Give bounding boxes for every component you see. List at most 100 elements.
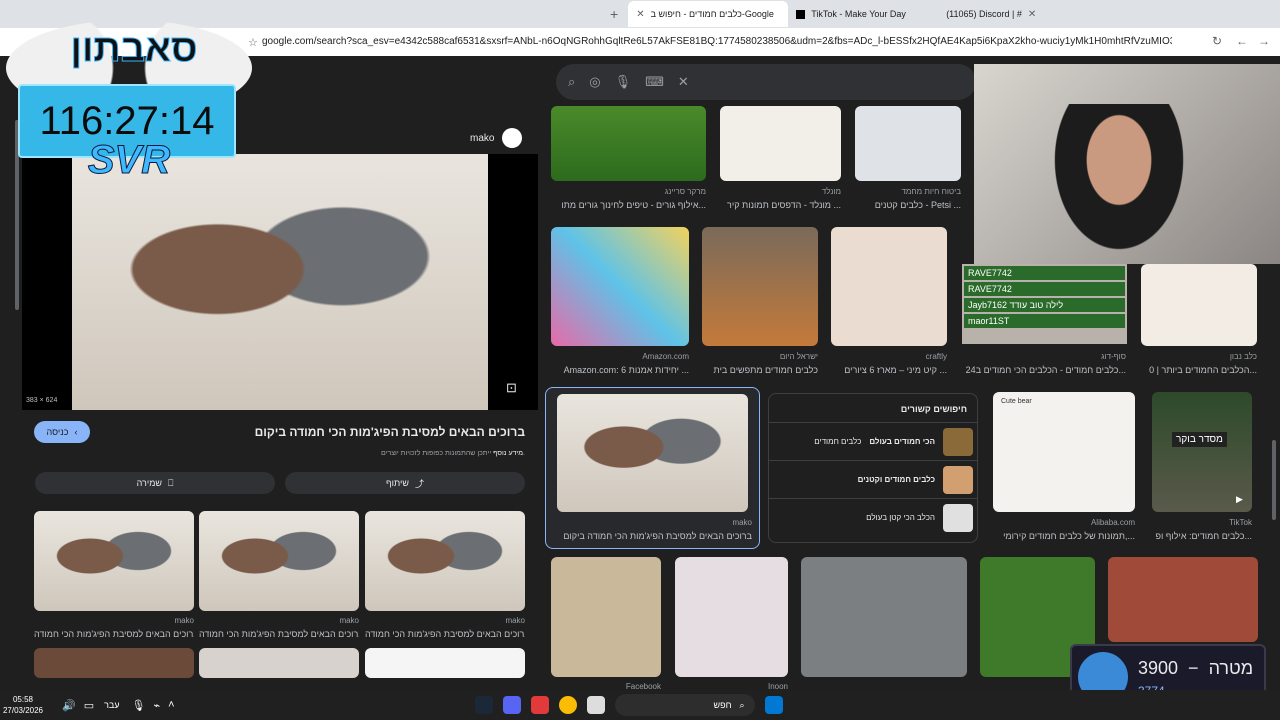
related-search-item[interactable]: הכלב הכי קטן בעולם — [769, 498, 977, 536]
overlay-tag: SVR — [87, 138, 171, 183]
result-caption[interactable]: כלבים חמודים - הכלבים הכי חמודים ב24... — [960, 365, 1126, 375]
search-label: חפש — [713, 700, 732, 710]
result-thumb[interactable] — [675, 557, 788, 677]
result-thumb[interactable] — [801, 557, 967, 677]
result-thumb[interactable] — [557, 394, 748, 512]
new-tab-icon[interactable]: + — [610, 6, 618, 22]
chat-message: maor11ST — [964, 314, 1125, 328]
volume-icon[interactable]: 🔊 — [62, 699, 76, 712]
search-bar[interactable]: ⌕ ◎ 🎙 ⌨ ✕ — [556, 64, 976, 100]
search-icon[interactable]: ⌕ — [568, 74, 575, 90]
related-thumb — [943, 465, 973, 494]
language-indicator[interactable]: עבר — [104, 700, 119, 710]
start-icon[interactable] — [764, 696, 783, 714]
mic-icon[interactable]: 🎙 — [615, 74, 632, 90]
chrome-icon[interactable] — [558, 696, 577, 714]
result-thumb[interactable]: Cute bear — [993, 392, 1135, 512]
related-thumb[interactable] — [365, 511, 525, 611]
close-icon[interactable]: ✕ — [1028, 9, 1036, 20]
taskbar: 05:58 27/03/2026 🔊 ▭ עבר 🎙 ⌁ ˄ חפש ⌕ — [0, 690, 1280, 720]
clear-icon[interactable]: ✕ — [678, 74, 689, 90]
result-thumb[interactable] — [551, 106, 706, 181]
more-info-link[interactable]: מידע נוסף — [493, 450, 523, 457]
tab-tiktok[interactable]: TikTok - Make Your Day — [788, 1, 938, 27]
close-icon[interactable]: ✕ — [636, 9, 644, 20]
preview-source[interactable]: mako — [470, 128, 523, 148]
steam-icon[interactable] — [474, 696, 493, 714]
window-icon[interactable] — [586, 696, 605, 714]
chevron-up-icon[interactable]: ˄ — [168, 699, 174, 711]
result-caption[interactable]: כלבים חמודים מתפשים בית — [702, 365, 818, 375]
timer-value: 116:27:14 — [39, 98, 215, 143]
related-thumb[interactable] — [199, 511, 359, 611]
keyboard-icon[interactable]: ⌨ — [645, 74, 664, 90]
lens-search-icon[interactable]: ⊡ — [506, 380, 517, 396]
clock-time: 05:58 — [12, 695, 34, 704]
result-caption[interactable]: קיט מיני – מארז 6 ציורים ... — [831, 365, 947, 375]
related-thumb[interactable] — [365, 648, 525, 678]
streamer-figure — [1044, 104, 1194, 264]
result-caption[interactable]: תמונות של כלבים חמודים קירומי,... — [993, 531, 1135, 541]
result-caption[interactable]: כלבים חמודים: אילוף ופ... — [1152, 531, 1252, 541]
image-dimensions: 383 × 624 — [26, 397, 58, 404]
chat-message: Jayb7162 לילה טוב עודד — [964, 298, 1125, 312]
lens-icon[interactable]: ◎ — [589, 74, 600, 90]
result-thumb[interactable] — [855, 106, 961, 181]
result-source: ביטוח חיות מחמד — [901, 187, 961, 196]
visit-button[interactable]: כניסה ‹ — [34, 421, 90, 443]
result-thumb[interactable]: מסדר בוקר ▶ — [1152, 392, 1252, 512]
result-thumb[interactable] — [702, 227, 818, 346]
share-button[interactable]: שיתוף ⤴ — [285, 472, 525, 494]
result-caption[interactable]: מונלד - הדפסים תמונות קיר ... — [720, 200, 841, 210]
related-search-text: הכלב הכי קטן בעולם — [866, 513, 935, 522]
tab-google[interactable]: ✕ כלבים חמודים - חיפוש ב-Google — [628, 1, 789, 27]
url-field[interactable]: google.com/search?sca_esv=e4342c588caf65… — [262, 32, 1172, 52]
result-source: סוף-דוג — [1101, 352, 1126, 361]
tab-bar: + ✕ כלבים חמודים - חיפוש ב-Google TikTok… — [0, 0, 1280, 28]
app-icon[interactable] — [530, 696, 549, 714]
related-thumb[interactable] — [34, 648, 194, 678]
taskbar-search[interactable]: חפש ⌕ — [614, 694, 755, 716]
back-icon[interactable]: ← — [1236, 34, 1248, 48]
result-caption[interactable]: כלבים קטנים - Petsi ... — [855, 200, 961, 210]
wifi-icon[interactable]: ⌁ — [154, 699, 161, 712]
video-overlay-text: מסדר בוקר — [1172, 432, 1227, 447]
result-thumb[interactable] — [1108, 557, 1258, 642]
result-thumb[interactable] — [1141, 264, 1257, 346]
result-source: Alibaba.com — [1090, 518, 1135, 527]
result-caption[interactable]: Amazon.com: 6 יחידות אמנות ... — [551, 365, 689, 375]
save-button[interactable]: שמירה ⎕ — [35, 472, 275, 494]
copyright-notice: מידע נוסף ייתכן שהתמונות כפופות לזכויות … — [100, 450, 525, 457]
result-caption[interactable]: הכלבים החמודים ביותר | 0... — [1141, 365, 1257, 375]
related-thumb[interactable] — [199, 648, 359, 678]
result-source: mako — [174, 616, 194, 625]
result-caption[interactable]: ברוכים הבאים למסיבת הפיג'מות הכי חמודה ב… — [552, 531, 752, 541]
result-caption[interactable]: ברוכים הבאים למסיבת הפיג'מות הכי חמודה..… — [365, 629, 525, 639]
related-search-item[interactable]: כלבים חמודים וקטנים — [769, 460, 977, 498]
reload-icon[interactable]: ↻ — [1212, 34, 1222, 48]
result-caption[interactable]: אילוף גורים - טיפים לחינוך גורים מתו... — [551, 200, 706, 210]
result-caption[interactable]: ברוכים הבאים למסיבת הפיג'מות הכי חמודה..… — [199, 629, 359, 639]
forward-icon[interactable]: → — [1258, 34, 1270, 48]
tiktok-icon — [796, 9, 806, 19]
result-thumb[interactable] — [551, 227, 689, 346]
mic-icon[interactable]: 🎙 — [132, 699, 146, 712]
tab-discord[interactable]: (11065) Discord | # ✕ — [938, 1, 1108, 27]
preview-image[interactable] — [72, 154, 488, 410]
result-caption[interactable]: ברוכים הבאים למסיבת הפיג'מות הכי חמודה..… — [34, 629, 194, 639]
source-name: mako — [470, 132, 495, 144]
tab-label: TikTok - Make Your Day — [811, 9, 906, 19]
result-thumb[interactable] — [720, 106, 841, 181]
related-search-item[interactable]: כלבים חמודים הכי חמודים בעולם — [769, 422, 977, 460]
result-source: ישראל היום — [779, 352, 818, 361]
related-thumb[interactable] — [34, 511, 194, 611]
preview-frame: 383 × 624 ⊡ — [22, 154, 538, 410]
selected-result[interactable]: mako ברוכים הבאים למסיבת הפיג'מות הכי חמ… — [545, 387, 760, 549]
star-icon[interactable]: ☆ — [248, 36, 258, 49]
monitor-icon[interactable]: ▭ — [84, 699, 94, 712]
result-thumb[interactable] — [551, 557, 661, 677]
result-thumb[interactable] — [831, 227, 947, 346]
scrollbar[interactable] — [1272, 440, 1276, 520]
related-search-bold: כלבים חמודים וקטנים — [857, 475, 935, 484]
discord-icon[interactable] — [502, 696, 521, 714]
